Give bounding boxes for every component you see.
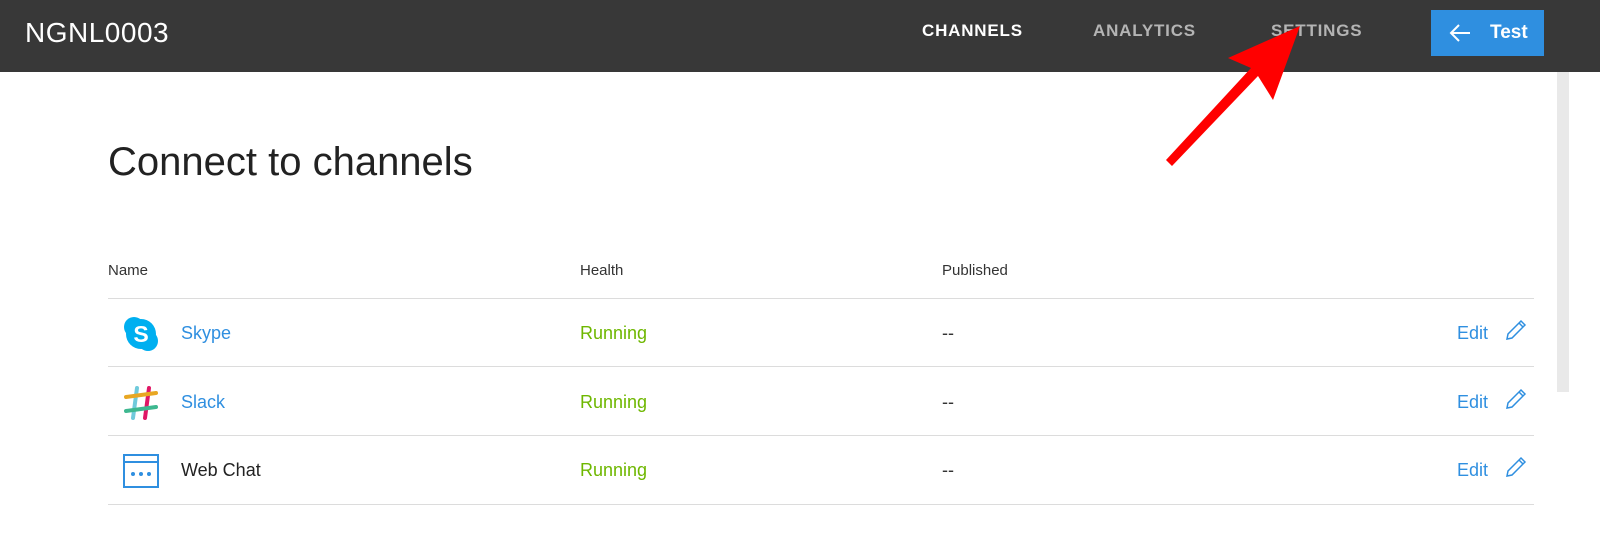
arrow-left-icon xyxy=(1449,24,1470,42)
column-header-published: Published xyxy=(942,262,1008,279)
table-row-slack: Slack Running -- Edit xyxy=(108,368,1534,436)
tab-channels[interactable]: CHANNELS xyxy=(922,21,1023,41)
scrollbar[interactable] xyxy=(1557,72,1569,392)
pencil-icon xyxy=(1506,319,1527,340)
health-status: Running xyxy=(580,323,648,343)
web-chat-icon xyxy=(122,452,160,490)
svg-text:S: S xyxy=(133,321,148,347)
health-status: Running xyxy=(580,460,648,480)
channel-name-link[interactable]: Skype xyxy=(181,323,231,344)
test-button[interactable]: Test xyxy=(1431,10,1544,56)
channel-name-link[interactable]: Slack xyxy=(181,392,225,413)
skype-icon: S xyxy=(122,315,160,353)
test-button-label: Test xyxy=(1490,22,1528,43)
health-status: Running xyxy=(580,392,648,412)
page-title: Connect to channels xyxy=(108,140,473,184)
column-header-name: Name xyxy=(108,262,149,279)
published-value: -- xyxy=(942,460,954,480)
slack-icon xyxy=(122,384,160,422)
top-bar: NGNL0003 CHANNELS ANALYTICS SETTINGS Tes… xyxy=(0,0,1600,72)
pencil-icon xyxy=(1506,456,1527,477)
edit-label: Edit xyxy=(1457,460,1489,480)
table-row-web-chat: Web Chat Running -- Edit xyxy=(108,436,1534,504)
app-title: NGNL0003 xyxy=(25,17,170,48)
edit-label: Edit xyxy=(1457,392,1489,412)
pencil-icon xyxy=(1506,388,1527,409)
channel-name: Web Chat xyxy=(181,460,261,480)
published-value: -- xyxy=(942,392,954,412)
published-value: -- xyxy=(942,323,954,343)
table-divider xyxy=(108,366,1534,367)
edit-label: Edit xyxy=(1457,323,1489,343)
column-header-health: Health xyxy=(580,262,624,279)
table-row-skype: S Skype Running -- Edit xyxy=(108,299,1534,367)
annotation-arrow-icon xyxy=(1166,26,1300,166)
table-divider xyxy=(108,504,1534,505)
